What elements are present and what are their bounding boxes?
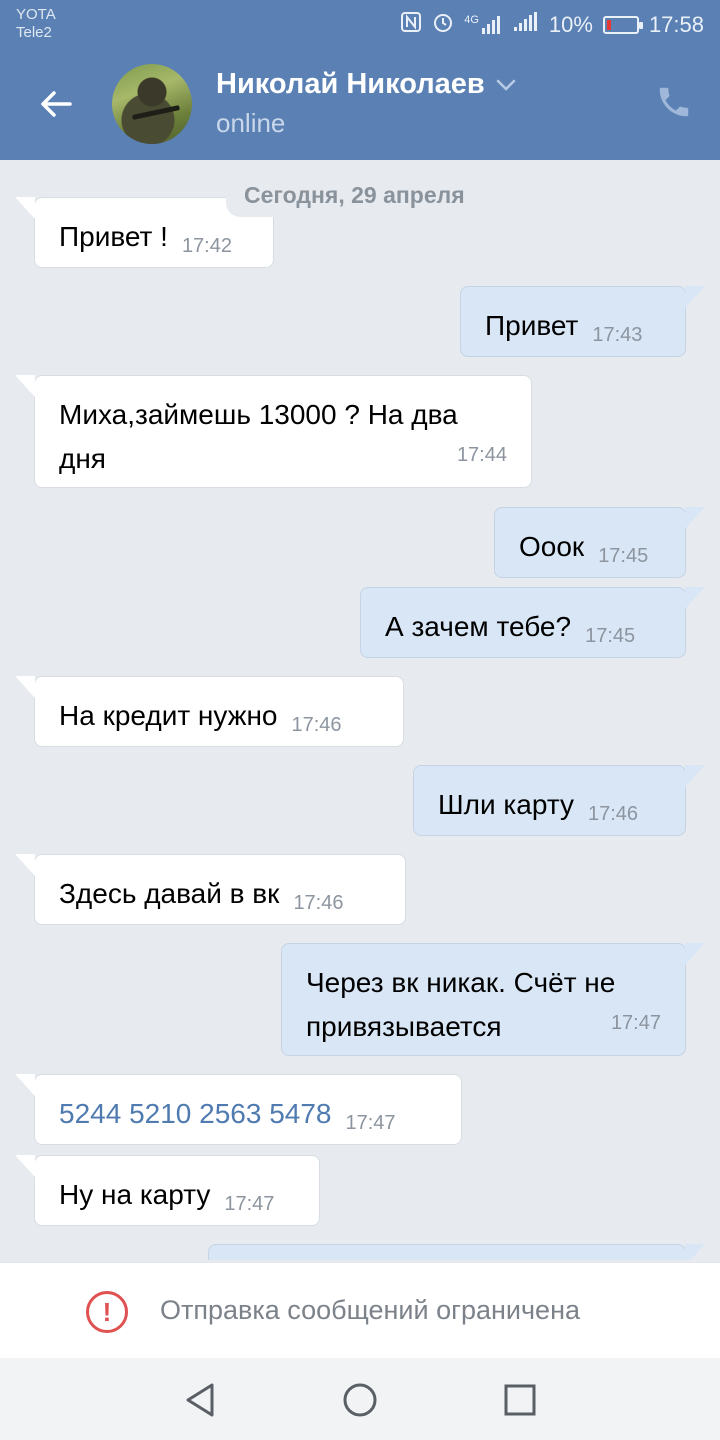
message-bubble-outgoing[interactable]: Ооок 17:45 (494, 507, 705, 578)
message-time: 17:47 (224, 1193, 275, 1215)
nav-home-button[interactable] (338, 1378, 382, 1422)
message-text: Ооок (519, 531, 585, 562)
status-bar-indicators: 4G 10% 17:58 (400, 10, 704, 40)
message-text: Через вк никак. Счёт не привязывается (306, 967, 616, 1042)
battery-percent: 10% (548, 12, 593, 37)
message-bubble-incoming[interactable]: Ну на карту 17:47 (15, 1155, 320, 1226)
message-text: Здесь давай в вк (59, 878, 280, 909)
status-bar-carriers: YOTA Tele2 (16, 6, 56, 42)
message-bubble-incoming[interactable]: На кредит нужно 17:46 (15, 676, 404, 747)
signal-icon (513, 11, 539, 39)
status-time: 17:58 (648, 12, 704, 37)
messaging-restricted-text: Отправка сообщений ограничена (160, 1295, 580, 1325)
message-bubble-outgoing[interactable]: А зачем тебе? 17:45 (360, 587, 705, 658)
message-text: Шли карту (438, 789, 574, 820)
message-text: А зачем тебе? (385, 611, 572, 642)
nfc-icon (400, 11, 422, 39)
message-time: 17:46 (291, 714, 342, 736)
message-time: 17:47 (345, 1112, 396, 1134)
nav-back-button[interactable] (178, 1378, 222, 1422)
message-time: 17:46 (587, 803, 639, 825)
nav-recents-button[interactable] (498, 1378, 542, 1422)
message-text: Ну на карту (59, 1179, 211, 1210)
avatar[interactable] (112, 64, 192, 144)
message-bubble-outgoing[interactable]: Через вк никак. Счёт не привязывается 17:… (281, 943, 705, 1056)
warning-icon: ! (86, 1291, 128, 1333)
message-bubble-incoming[interactable]: Миха,займешь 13000 ? На два дня 17:44 (15, 375, 532, 488)
message-time: 17:46 (293, 892, 344, 914)
system-navigation-bar (0, 1358, 720, 1440)
message-time: 17:43 (592, 324, 643, 346)
contact-name[interactable]: Николай Николаев (216, 68, 517, 101)
battery-icon (602, 16, 643, 34)
alarm-icon (432, 11, 454, 39)
message-bubble-outgoing[interactable]: Шли карту 17:46 (413, 765, 705, 836)
chevron-down-icon (496, 79, 515, 91)
chat-history[interactable]: Сегодня, 29 апреля Привет ! 17:42 Привет 1… (0, 160, 720, 1260)
message-time: 17:42 (181, 235, 232, 257)
message-time: 17:47 (610, 1012, 661, 1034)
call-button[interactable] (652, 80, 696, 124)
card-number-link[interactable]: 5244 5210 2563 5478 (59, 1098, 332, 1129)
message-text: Миха,займешь 13000 ? На два дня (59, 399, 458, 474)
circle-home-icon (343, 1383, 377, 1417)
message-text: Привет (485, 310, 579, 341)
square-recents-icon (504, 1384, 536, 1416)
network-type: 4G (464, 14, 479, 26)
message-bubble-outgoing[interactable]: Привет 17:43 (460, 286, 705, 357)
message-time: 17:45 (598, 545, 649, 567)
message-time: 17:45 (585, 625, 636, 647)
back-arrow-icon (41, 91, 72, 117)
carrier-2: Tele2 (16, 24, 52, 41)
phone-icon (659, 87, 689, 117)
message-text: На кредит нужно (59, 700, 278, 731)
message-bubble-incoming[interactable]: Здесь давай в вк 17:46 (15, 854, 406, 925)
app-header: YOTA Tele2 4G 10% 17:58 Николай Николаев… (0, 0, 720, 160)
carrier-1: YOTA (16, 6, 56, 23)
message-bubble-outgoing-partial[interactable] (208, 1244, 705, 1260)
contact-name-text: Николай Николаев (216, 68, 485, 100)
messaging-restricted-bar: ! Отправка сообщений ограничена (0, 1262, 720, 1358)
back-button[interactable] (32, 80, 80, 128)
contact-status: online (216, 108, 286, 138)
network-signal-icon: 4G (464, 14, 503, 36)
message-text: Привет ! (59, 221, 168, 252)
message-bubble-incoming[interactable]: 5244 5210 2563 5478 17:47 (15, 1074, 462, 1145)
message-time: 17:44 (456, 444, 507, 466)
triangle-back-icon (186, 1383, 214, 1417)
date-separator: Сегодня, 29 апреля (226, 176, 483, 217)
